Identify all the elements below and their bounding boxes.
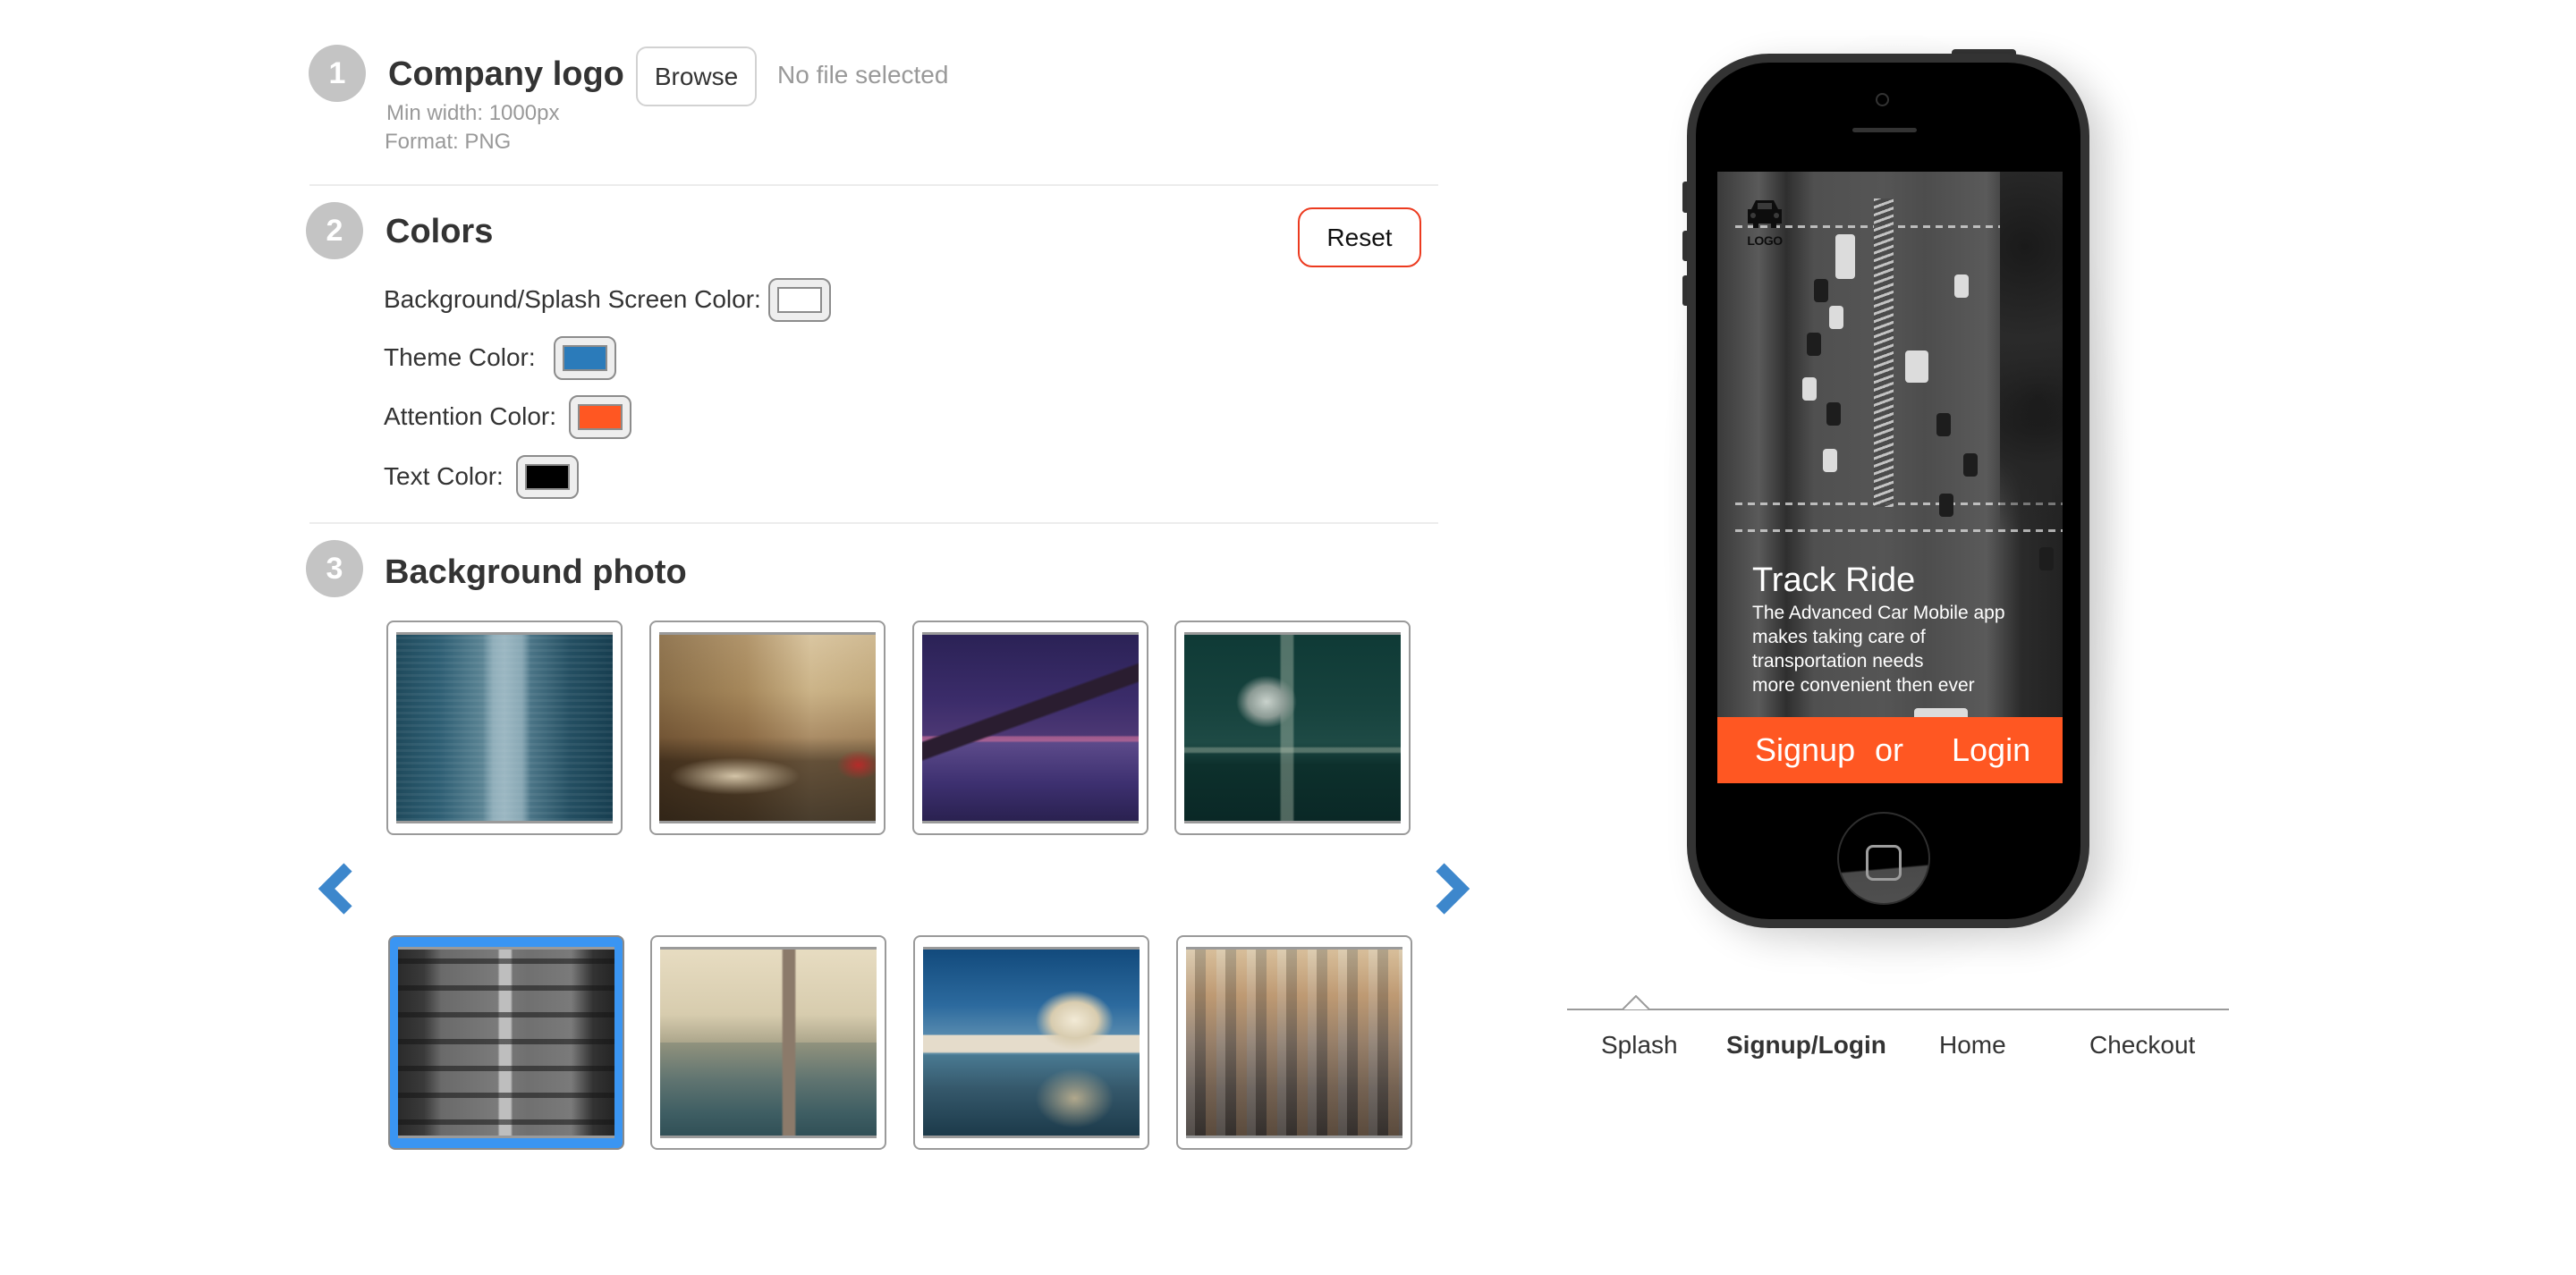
tab-splash[interactable]: Splash: [1601, 1031, 1678, 1060]
car: [1954, 274, 1969, 298]
car: [1802, 377, 1817, 401]
text-color-picker[interactable]: [515, 454, 579, 499]
color-swatch-fill: [524, 463, 570, 490]
car: [1963, 453, 1978, 477]
phone-speaker: [1852, 128, 1917, 132]
logo-min-width-hint: Min width: 1000px: [386, 101, 560, 125]
section-divider: [309, 184, 1438, 186]
company-logo-title: Company logo: [388, 55, 624, 93]
photo-highway-traffic: [398, 947, 614, 1138]
photo-thumbnail-selected[interactable]: [388, 935, 624, 1150]
car: [1807, 333, 1821, 356]
phone-camera: [1876, 93, 1889, 106]
color-label: Theme Color:: [384, 343, 536, 371]
phone-home-button: [1837, 812, 1930, 905]
attention-color-picker[interactable]: [569, 394, 631, 439]
preview-logo: LOGO: [1742, 198, 1787, 248]
theme-color-picker[interactable]: [553, 335, 616, 380]
car: [2039, 547, 2054, 570]
background-photo-title: Background photo: [385, 553, 687, 591]
photo-city-skyscrapers: [396, 632, 613, 823]
truck: [1835, 234, 1855, 279]
color-row-background: Background/Splash Screen Color:: [384, 277, 831, 322]
logo-format-hint: Format: PNG: [385, 130, 512, 154]
color-swatch-fill: [562, 344, 607, 371]
photo-london-street: [659, 632, 876, 823]
photo-thumbnail[interactable]: [649, 621, 886, 835]
signup-login-bar: Signup or Login: [1717, 717, 2063, 783]
color-label: Background/Splash Screen Color:: [384, 285, 761, 313]
color-label: Attention Color:: [384, 402, 556, 430]
photo-thumbnail[interactable]: [386, 621, 623, 835]
photo-st-pauls-night: [1184, 632, 1401, 823]
tabs-divider: [1567, 1009, 2229, 1010]
file-status-text: No file selected: [777, 61, 949, 89]
background-color-picker[interactable]: [767, 277, 831, 322]
chevron-left-icon[interactable]: [318, 863, 354, 915]
browse-button[interactable]: Browse: [636, 46, 757, 106]
signup-link[interactable]: Signup: [1755, 731, 1855, 769]
car: [1936, 413, 1951, 436]
color-row-attention: Attention Color:: [384, 394, 631, 439]
color-row-text: Text Color:: [384, 454, 579, 499]
home-square-icon: [1866, 845, 1902, 881]
app-description-line: The Advanced Car Mobile app: [1752, 603, 2005, 623]
road-crosswalk: [1874, 198, 1894, 507]
color-row-theme: Theme Color:: [384, 335, 616, 380]
app-description-line: makes taking care of: [1752, 627, 1926, 647]
car-logo-icon: [1748, 200, 1782, 228]
section-divider: [309, 522, 1438, 524]
truck: [1905, 350, 1928, 383]
photo-capitol-reflection: [923, 947, 1140, 1138]
step-number-2: 2: [306, 202, 363, 259]
tab-checkout[interactable]: Checkout: [2089, 1031, 2195, 1060]
photo-manhattan-aerial: [1186, 947, 1402, 1138]
photo-bridge-night: [922, 632, 1139, 823]
photo-thumbnail[interactable]: [1174, 621, 1411, 835]
car: [1829, 306, 1843, 329]
photo-thumbnail[interactable]: [913, 935, 1149, 1150]
photo-thumbnail[interactable]: [912, 621, 1148, 835]
car: [1826, 402, 1841, 426]
photo-empire-state-skyline: [660, 947, 877, 1138]
app-description-line: more convenient then ever: [1752, 675, 1975, 696]
car: [1939, 494, 1953, 517]
chevron-right-icon[interactable]: [1434, 863, 1470, 915]
photo-thumbnail[interactable]: [650, 935, 886, 1150]
app-description: The Advanced Car Mobile app makes taking…: [1752, 601, 2047, 697]
color-swatch-fill: [578, 403, 623, 430]
car: [1823, 449, 1837, 472]
color-label: Text Color:: [384, 462, 504, 490]
phone-screen-preview: LOGO Track Ride The Advanced Car Mobile …: [1717, 172, 2063, 783]
app-title: Track Ride: [1752, 562, 1916, 599]
active-tab-caret-icon: [1623, 995, 1649, 1010]
car: [1814, 279, 1828, 302]
tab-home[interactable]: Home: [1939, 1031, 2006, 1060]
tab-signup-login[interactable]: Signup/Login: [1726, 1031, 1886, 1060]
color-swatch-fill: [776, 286, 822, 313]
photo-thumbnail[interactable]: [1176, 935, 1412, 1150]
reset-colors-button[interactable]: Reset: [1298, 207, 1421, 267]
step-number-3: 3: [306, 540, 363, 597]
colors-title: Colors: [386, 213, 494, 250]
app-description-line: transportation needs: [1752, 651, 1924, 671]
logo-text: LOGO: [1747, 233, 1783, 248]
road-trees: [2000, 172, 2063, 547]
or-separator: or: [1875, 731, 1904, 768]
step-number-1: 1: [309, 45, 366, 102]
login-link[interactable]: Login: [1952, 731, 2030, 769]
